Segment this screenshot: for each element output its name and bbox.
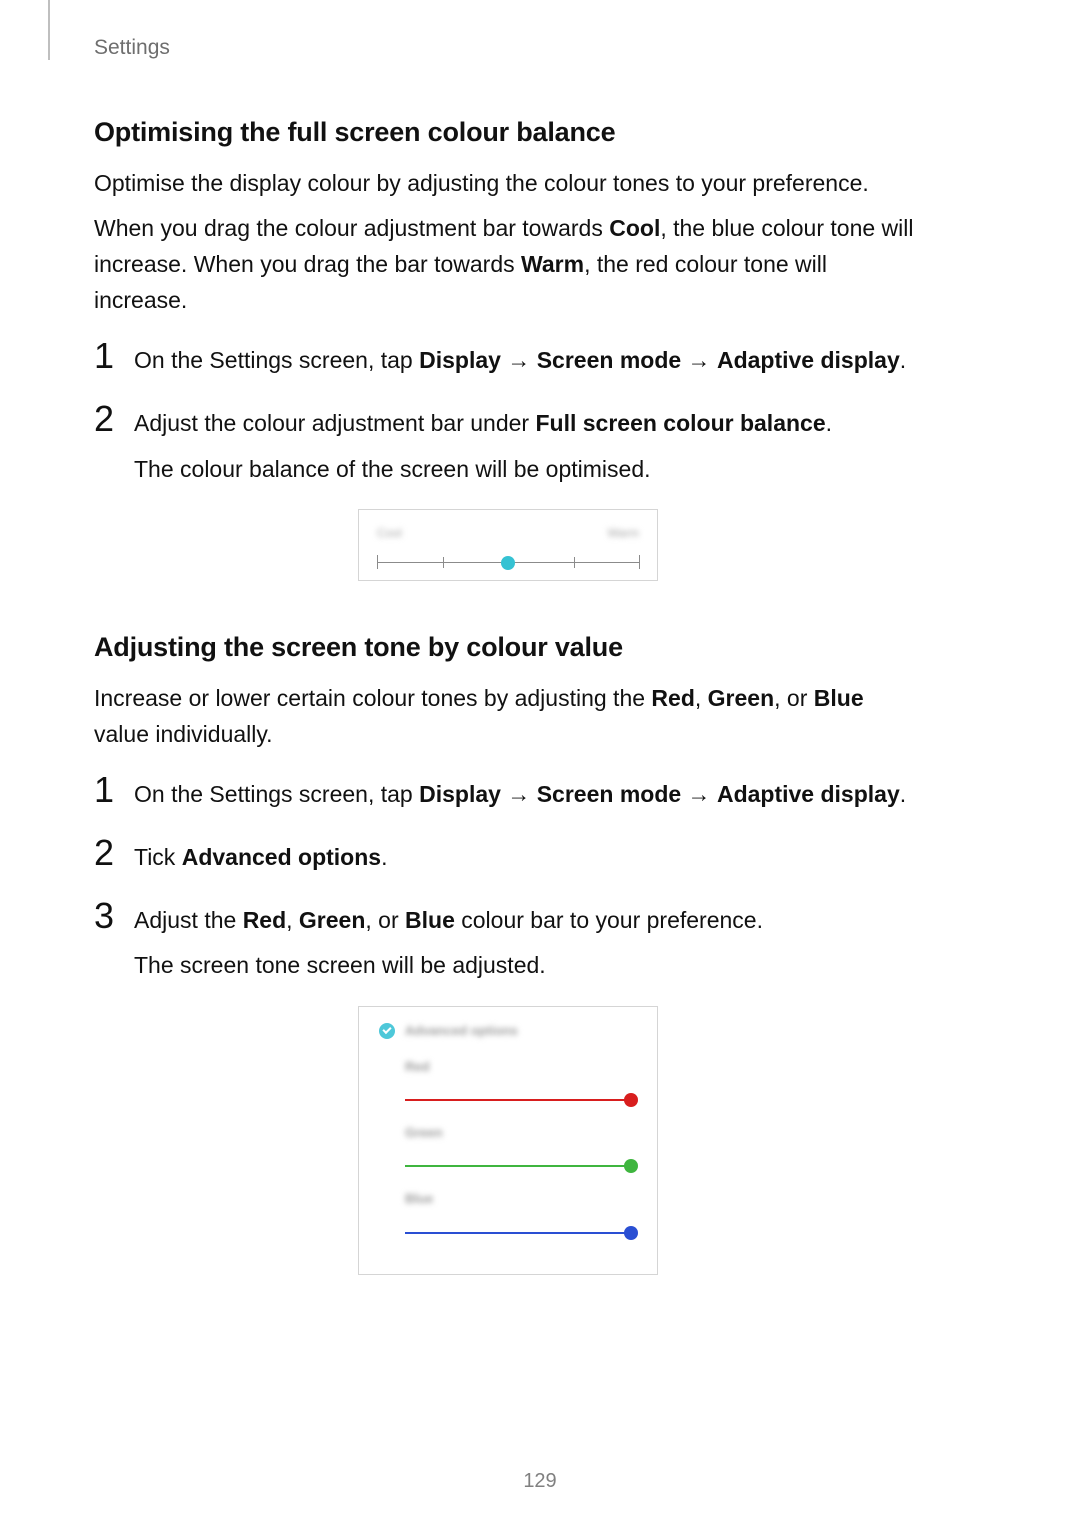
rgb-green-label: Green <box>379 1123 637 1143</box>
text: , <box>695 685 708 711</box>
section1-detail: When you drag the colour adjustment bar … <box>94 211 922 318</box>
text: , <box>286 907 299 933</box>
rgb-blue-slider <box>405 1224 631 1242</box>
step-sub: The screen tone screen will be adjusted. <box>134 948 922 984</box>
step-body: On the Settings screen, tap Display → Sc… <box>134 343 922 379</box>
text: , or <box>365 907 405 933</box>
rgb-red-slider <box>405 1091 631 1109</box>
text: Adjust the colour adjustment bar under <box>134 410 535 436</box>
step-body: Adjust the colour adjustment bar under F… <box>134 406 922 487</box>
rgb-green-group: Green <box>379 1123 637 1175</box>
slider-thumb <box>624 1226 638 1240</box>
step-number: 1 <box>94 338 116 374</box>
rgb-red-group: Red <box>379 1057 637 1109</box>
slider-thumb <box>624 1159 638 1173</box>
text: , or <box>774 685 814 711</box>
bold-cool: Cool <box>609 215 660 241</box>
bold-advanced-options: Advanced options <box>182 844 381 870</box>
advanced-options-row: Advanced options <box>379 1021 637 1041</box>
text: value individually. <box>94 721 273 747</box>
section1-heading: Optimising the full screen colour balanc… <box>94 112 922 154</box>
slider-line <box>405 1165 631 1167</box>
bold-adaptive: Adaptive display <box>717 781 900 807</box>
breadcrumb: Settings <box>94 36 170 60</box>
slider-tick <box>443 557 444 568</box>
slider-thumb <box>624 1093 638 1107</box>
text: Tick <box>134 844 182 870</box>
step: 1 On the Settings screen, tap Display → … <box>94 338 922 379</box>
balance-labels: Cool Warm <box>377 524 639 543</box>
slider-tick <box>639 555 640 569</box>
step: 2 Adjust the colour adjustment bar under… <box>94 401 922 487</box>
slider-tick <box>377 555 378 569</box>
slider-tick <box>574 557 575 568</box>
section1-steps: 1 On the Settings screen, tap Display → … <box>94 338 922 487</box>
bold-warm: Warm <box>521 251 584 277</box>
rgb-blue-group: Blue <box>379 1189 637 1241</box>
step-number: 3 <box>94 898 116 934</box>
step-number: 1 <box>94 772 116 808</box>
text: On the Settings screen, tap <box>134 347 419 373</box>
section2-steps: 1 On the Settings screen, tap Display → … <box>94 772 922 984</box>
step-number: 2 <box>94 401 116 437</box>
balance-label-cool: Cool <box>377 524 402 543</box>
text: . <box>381 844 387 870</box>
step-body: Tick Advanced options. <box>134 840 922 876</box>
slider-line <box>405 1232 631 1234</box>
balance-slider <box>377 553 639 573</box>
bold-screen-mode: Screen mode <box>537 781 681 807</box>
figure-rgb-sliders: Advanced options Red Green Blue <box>358 1006 658 1275</box>
balance-label-warm: Warm <box>607 524 639 543</box>
bold-blue: Blue <box>405 907 455 933</box>
section2-intro: Increase or lower certain colour tones b… <box>94 681 922 752</box>
step: 2 Tick Advanced options. <box>94 835 922 876</box>
bold-red: Red <box>651 685 694 711</box>
step-sub: The colour balance of the screen will be… <box>134 452 922 488</box>
bold-adaptive: Adaptive display <box>717 347 900 373</box>
text: → <box>681 347 717 373</box>
bold-display: Display <box>419 781 501 807</box>
page-number: 129 <box>0 1470 1080 1493</box>
bold-screen-mode: Screen mode <box>537 347 681 373</box>
section1-intro: Optimise the display colour by adjusting… <box>94 166 922 202</box>
bold-fscb: Full screen colour balance <box>535 410 825 436</box>
rgb-red-label: Red <box>379 1057 637 1077</box>
balance-slider-thumb <box>501 556 515 570</box>
figure-colour-balance: Cool Warm <box>358 509 658 581</box>
text: On the Settings screen, tap <box>134 781 419 807</box>
bold-green: Green <box>708 685 774 711</box>
section2-heading: Adjusting the screen tone by colour valu… <box>94 627 922 669</box>
text: . <box>826 410 832 436</box>
bold-green: Green <box>299 907 365 933</box>
text: When you drag the colour adjustment bar … <box>94 215 609 241</box>
slider-line <box>405 1099 631 1101</box>
rgb-green-slider <box>405 1157 631 1175</box>
step-body: Adjust the Red, Green, or Blue colour ba… <box>134 903 922 984</box>
bold-red: Red <box>243 907 286 933</box>
page-content: Optimising the full screen colour balanc… <box>94 112 922 1275</box>
step: 3 Adjust the Red, Green, or Blue colour … <box>94 898 922 984</box>
text: → <box>501 781 537 807</box>
step-number: 2 <box>94 835 116 871</box>
text: . <box>900 347 906 373</box>
bold-blue: Blue <box>814 685 864 711</box>
text: Increase or lower certain colour tones b… <box>94 685 651 711</box>
step: 1 On the Settings screen, tap Display → … <box>94 772 922 813</box>
checkmark-icon <box>379 1023 395 1039</box>
header-rule <box>48 0 50 60</box>
text: Adjust the <box>134 907 243 933</box>
text: → <box>681 781 717 807</box>
bold-display: Display <box>419 347 501 373</box>
text: . <box>900 781 906 807</box>
text: colour bar to your preference. <box>455 907 763 933</box>
advanced-options-label: Advanced options <box>405 1021 518 1041</box>
rgb-blue-label: Blue <box>379 1189 637 1209</box>
step-body: On the Settings screen, tap Display → Sc… <box>134 777 922 813</box>
text: → <box>501 347 537 373</box>
